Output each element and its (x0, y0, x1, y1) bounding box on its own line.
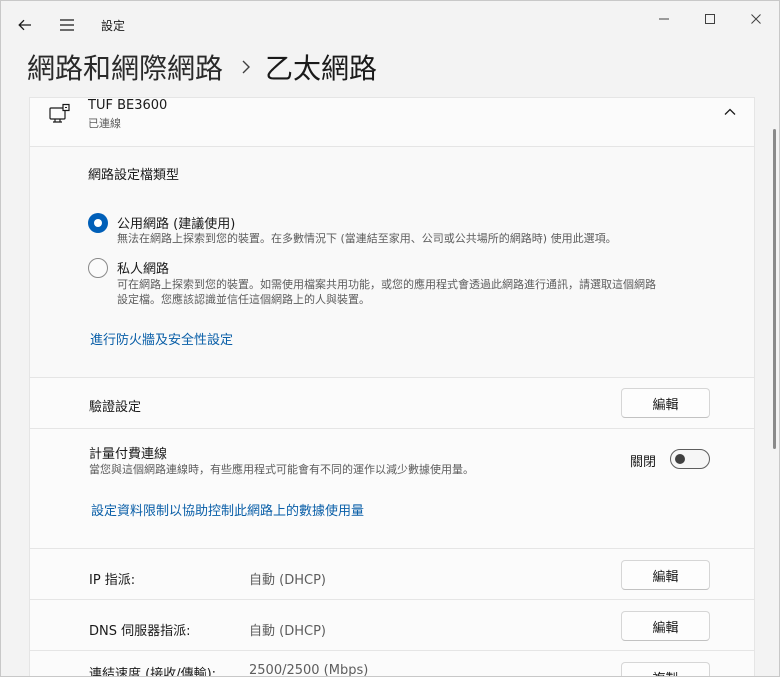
metered-connection-desc: 當您與這個網路連線時，有些應用程式可能會有不同的運作以減少數據使用量。 (89, 463, 474, 476)
link-speed-row: 連結速度 (接收/傳輸): 2500/2500 (Mbps) 複製 (29, 650, 755, 677)
dns-assignment-row: DNS 伺服器指派: 自動 (DHCP) 編輯 (29, 599, 755, 651)
private-network-label: 私人網路 (117, 262, 170, 277)
firewall-settings-link[interactable]: 進行防火牆及安全性設定 (90, 329, 233, 348)
link-speed-value: 2500/2500 (Mbps) (249, 663, 369, 677)
copy-button[interactable]: 複製 (621, 662, 710, 676)
title-bar: 設定 (1, 1, 779, 49)
breadcrumb-parent-link[interactable]: 網路和網際網路 (27, 47, 223, 87)
auth-settings-row: 驗證設定 編輯 (29, 377, 755, 429)
public-network-label: 公用網路 (建議使用) (117, 217, 236, 232)
metered-toggle-state: 關閉 (630, 455, 657, 470)
link-speed-label: 連結速度 (接收/傳輸): (89, 667, 217, 677)
settings-window: 設定 網路和網際網路 乙太網路 TUF BE3600 已連線 網路設定檔類型 公… (0, 0, 780, 677)
toggle-knob (675, 454, 685, 464)
public-network-radio[interactable] (88, 213, 108, 233)
minimize-icon[interactable] (641, 5, 687, 33)
vertical-scrollbar[interactable] (773, 129, 776, 449)
metered-toggle-switch[interactable] (670, 449, 710, 469)
ip-edit-button[interactable]: 編輯 (621, 560, 710, 590)
private-network-desc-line1: 可在網路上探索到您的裝置。如需使用檔案共用功能，或您的應用程式會透過此網路進行通… (117, 278, 656, 291)
dns-assignment-label: DNS 伺服器指派: (89, 624, 191, 639)
chevron-right-icon (241, 59, 251, 75)
breadcrumb: 網路和網際網路 乙太網路 (27, 47, 377, 87)
metered-connection-row: 計量付費連線 當您與這個網路連線時，有些應用程式可能會有不同的運作以減少數據使用… (29, 428, 755, 549)
ip-assignment-value: 自動 (DHCP) (249, 573, 326, 588)
ip-assignment-label: IP 指派: (89, 573, 136, 588)
private-network-desc-line2: 設定檔。您應該認識並信任這個網路上的人與裝置。 (117, 293, 370, 306)
page-title: 乙太網路 (265, 52, 378, 85)
auth-settings-label: 驗證設定 (89, 400, 142, 415)
private-network-radio[interactable] (88, 258, 108, 278)
dns-edit-button[interactable]: 編輯 (621, 611, 710, 641)
data-limit-link[interactable]: 設定資料限制以協助控制此網路上的數據使用量 (91, 500, 364, 519)
back-arrow-icon[interactable] (15, 15, 35, 35)
content-area: TUF BE3600 已連線 網路設定檔類型 公用網路 (建議使用) 無法在網路… (29, 97, 755, 677)
close-icon[interactable] (733, 5, 779, 33)
hamburger-menu-icon[interactable] (57, 15, 77, 35)
app-title: 設定 (101, 19, 126, 33)
auth-edit-button[interactable]: 編輯 (621, 388, 710, 418)
metered-connection-label: 計量付費連線 (89, 447, 168, 462)
public-network-desc: 無法在網路上探索到您的裝置。在多數情況下 (當連結至家用、公司或公共場所的網路時… (117, 232, 617, 245)
dns-assignment-value: 自動 (DHCP) (249, 624, 326, 639)
ip-assignment-row: IP 指派: 自動 (DHCP) 編輯 (29, 548, 755, 600)
profile-type-title-text: 網路設定檔類型 (88, 168, 180, 183)
maximize-icon[interactable] (687, 5, 733, 33)
